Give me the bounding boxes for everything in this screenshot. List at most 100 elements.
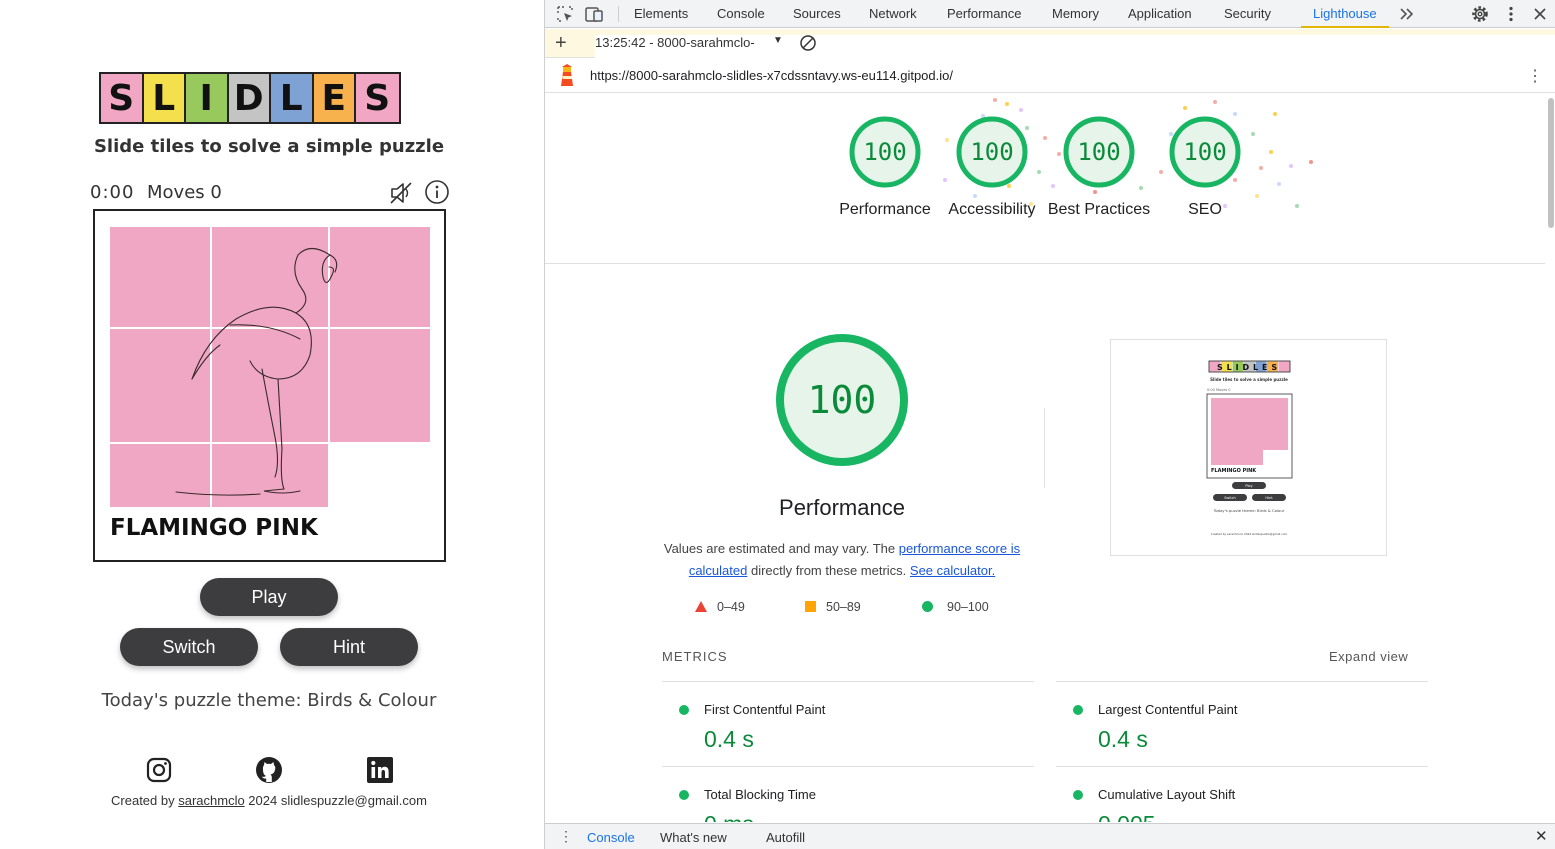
pass-dot-icon <box>679 790 689 800</box>
gauge-label-best-practices: Best Practices <box>1047 201 1151 218</box>
score-gauge-best-practices[interactable]: 100 <box>1063 116 1135 188</box>
new-report-button[interactable]: + <box>555 33 567 53</box>
switch-button[interactable]: Switch <box>120 628 258 666</box>
device-toolbar-icon[interactable] <box>584 4 604 24</box>
puzzle-tile[interactable] <box>110 329 210 442</box>
score-gauge-seo[interactable]: 100 <box>1169 116 1241 188</box>
puzzle-tile[interactable] <box>212 444 328 507</box>
tab-security[interactable]: Security <box>1224 0 1271 28</box>
tab-memory[interactable]: Memory <box>1052 0 1099 28</box>
triangle-icon <box>695 601 707 612</box>
score-gauge-performance[interactable]: 100 <box>849 116 921 188</box>
slidles-app: S L I D L E S Slide tiles to solve a sim… <box>0 0 544 849</box>
logo-tile: S <box>101 74 144 122</box>
info-icon[interactable] <box>424 179 450 205</box>
gauge-label-performance: Performance <box>839 201 931 218</box>
devtools-drawer: ⋮ Console What's new Autofill ✕ <box>545 823 1555 849</box>
vertical-divider <box>1044 408 1045 488</box>
tab-elements[interactable]: Elements <box>634 0 688 28</box>
pass-dot-icon <box>679 705 689 715</box>
play-button[interactable]: Play <box>200 578 338 616</box>
report-url-bar: https://8000-sarahmclo-slidles-x7cdssnta… <box>545 59 1555 93</box>
close-devtools-icon[interactable] <box>1530 4 1550 24</box>
metric-value: 0.4 s <box>1098 726 1148 752</box>
metric-tbt: Total Blocking Time 0 ms <box>662 783 1034 822</box>
legend-pass: 90–100 <box>922 600 989 614</box>
report-scrollbar[interactable] <box>1546 94 1555 822</box>
hint-button[interactable]: Hint <box>280 628 418 666</box>
gauge-value: 100 <box>1077 138 1120 166</box>
logo-tile: D <box>228 74 271 122</box>
author-link[interactable]: sarachmclo <box>178 793 244 808</box>
slidles-logo: S L I D L E S <box>99 72 401 124</box>
tab-sources[interactable]: Sources <box>793 0 841 28</box>
instagram-icon[interactable] <box>145 756 173 784</box>
footer-suffix: 2024 slidlespuzzle@gmail.com <box>244 793 427 808</box>
tab-console[interactable]: Console <box>717 0 765 28</box>
tab-performance[interactable]: Performance <box>947 0 1021 28</box>
legend-fail-range: 0–49 <box>717 600 745 614</box>
sound-muted-icon[interactable] <box>388 180 414 206</box>
performance-title: Performance <box>779 495 905 520</box>
metric-value: 0.4 s <box>704 726 754 752</box>
metric-name: Total Blocking Time <box>704 787 816 802</box>
score-gauge-accessibility[interactable]: 100 <box>956 116 1028 188</box>
summary-divider <box>545 263 1545 264</box>
metrics-divider <box>662 766 1034 767</box>
puzzle-tile[interactable] <box>330 329 430 442</box>
report-menu-icon[interactable]: ⋮ <box>1527 66 1543 86</box>
moves-counter: Moves 0 <box>147 182 222 203</box>
gauge-label-accessibility: Accessibility <box>948 201 1036 218</box>
tab-application[interactable]: Application <box>1128 0 1192 28</box>
tab-lighthouse[interactable]: Lighthouse <box>1301 0 1389 28</box>
puzzle-tiles <box>110 227 430 507</box>
github-icon[interactable] <box>255 756 283 784</box>
metric-value: 0.005 <box>1098 811 1156 822</box>
footer: Created by sarachmclo 2024 slidlespuzzle… <box>0 793 538 808</box>
logo-tile: I <box>186 74 229 122</box>
report-url[interactable]: https://8000-sarahmclo-slidles-x7cdssnta… <box>590 68 953 83</box>
more-tabs-icon[interactable] <box>1397 4 1417 24</box>
tab-network[interactable]: Network <box>869 0 917 28</box>
thumb-switch: Switch <box>1224 496 1236 500</box>
thumb-play: Play <box>1245 484 1252 488</box>
puzzle-board: FLAMINGO PINK <box>93 209 446 562</box>
puzzle-tile[interactable] <box>330 227 430 327</box>
thumb-footer: Created by sarachmclo 2024 slidlespuzzle… <box>1211 532 1288 536</box>
linkedin-icon[interactable] <box>366 756 394 784</box>
logo-tile: E <box>313 74 356 122</box>
metric-name: First Contentful Paint <box>704 702 826 717</box>
drawer-tab-console[interactable]: Console <box>587 830 635 845</box>
puzzle-tile[interactable] <box>212 329 328 442</box>
timer: 0:00 <box>90 182 135 203</box>
customize-menu-icon[interactable] <box>1501 4 1521 24</box>
thumb-hint: Hint <box>1265 496 1273 500</box>
toolbar-separator <box>618 6 619 22</box>
gauge-label-seo: SEO <box>1188 201 1222 218</box>
close-drawer-icon[interactable]: ✕ <box>1535 827 1548 845</box>
inspect-element-icon[interactable] <box>555 4 575 24</box>
clear-reports-icon[interactable] <box>799 34 817 52</box>
settings-gear-icon[interactable] <box>1470 4 1490 24</box>
final-screenshot-thumbnail[interactable]: SLIDLES Slide tiles to solve a simple pu… <box>1110 339 1387 556</box>
logo-tile: L <box>271 74 314 122</box>
thumb-logo-letters: SLIDLES <box>1217 363 1281 372</box>
chevron-down-icon[interactable]: ▼ <box>773 35 783 46</box>
lighthouse-toolbar: + 13:25:42 - 8000-sarahmclo- ▼ <box>545 29 1555 763</box>
metric-cls: Cumulative Layout Shift 0.005 <box>1056 783 1428 822</box>
expand-view-toggle[interactable]: Expand view <box>1329 649 1408 664</box>
logo-tile: S <box>356 74 399 122</box>
see-calculator-link[interactable]: See calculator. <box>910 563 995 578</box>
scrollbar-thumb[interactable] <box>1548 98 1554 228</box>
thumb-status: 0:00 Moves 0 <box>1207 388 1231 392</box>
drawer-menu-icon[interactable]: ⋮ <box>559 828 573 845</box>
drawer-tab-whats-new[interactable]: What's new <box>660 830 727 845</box>
legend-average: 50–89 <box>805 600 861 614</box>
thumb-tagline: Slide tiles to solve a simple puzzle <box>1210 377 1288 382</box>
puzzle-tile[interactable] <box>110 227 210 327</box>
square-icon <box>805 601 816 612</box>
devtools-tab-bar: Elements Console Sources Network Perform… <box>545 0 1555 28</box>
puzzle-tile[interactable] <box>110 444 210 507</box>
drawer-tab-autofill[interactable]: Autofill <box>766 830 805 845</box>
puzzle-tile[interactable] <box>212 227 328 327</box>
